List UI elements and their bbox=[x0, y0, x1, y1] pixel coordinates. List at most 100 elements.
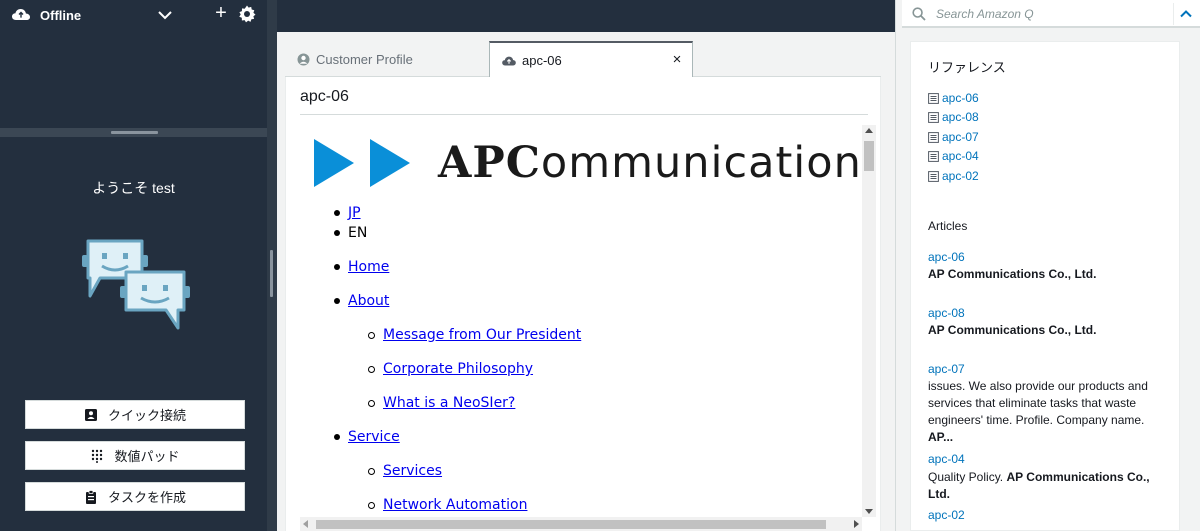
network-automation-link[interactable]: Network Automation bbox=[383, 497, 527, 513]
reference-item[interactable]: apc-04 bbox=[928, 149, 979, 163]
horizontal-scrollbar[interactable] bbox=[300, 517, 862, 531]
number-pad-button[interactable]: 数値パッド bbox=[25, 441, 245, 470]
welcome-text: ようこそ test bbox=[92, 180, 175, 196]
gear-icon[interactable] bbox=[238, 5, 256, 23]
article-view: apc-06 APCommunications JP EN Home About bbox=[285, 77, 881, 531]
article-excerpt: issues. We also provide our products and… bbox=[928, 378, 1172, 446]
reference-link[interactable]: apc-04 bbox=[942, 149, 979, 163]
amazon-q-search bbox=[902, 0, 1200, 28]
amazon-q-panel: リファレンス apc-06 apc-08 apc-07 apc-04 apc-0… bbox=[895, 0, 1200, 531]
article-link[interactable]: apc-04 bbox=[928, 452, 965, 466]
nav-subitem-network-automation: Network Automation bbox=[368, 497, 527, 513]
workspace-header-band bbox=[277, 0, 895, 32]
ccp-panel: Offline + ようこそ test クイック接続 数値パッド タスクを作成 bbox=[0, 0, 267, 531]
search-icon bbox=[912, 7, 926, 21]
vertical-scrollbar[interactable] bbox=[862, 125, 876, 517]
scroll-up-icon[interactable] bbox=[865, 128, 873, 133]
nav-subitem-services: Services bbox=[368, 463, 442, 479]
excerpt-highlight: AP Communications Co., Ltd. bbox=[928, 267, 1097, 281]
scroll-right-icon[interactable] bbox=[854, 520, 859, 528]
nav-subitem-neosier: What is a NeoSIer? bbox=[368, 395, 515, 411]
resizer-grip[interactable] bbox=[270, 250, 273, 297]
document-icon bbox=[928, 150, 939, 162]
nav-item-about: About bbox=[334, 293, 389, 309]
article-excerpt: Quality Policy. AP Communications Co., L… bbox=[928, 469, 1172, 503]
quick-connect-button[interactable]: クイック接続 bbox=[25, 400, 245, 429]
chevron-down-icon[interactable] bbox=[156, 6, 174, 24]
nav-item-jp: JP bbox=[334, 205, 361, 221]
lang-en-label: EN bbox=[348, 225, 368, 241]
article-link[interactable]: apc-08 bbox=[928, 306, 965, 320]
double-arrow-logo-icon bbox=[314, 139, 410, 187]
reference-link[interactable]: apc-08 bbox=[942, 110, 979, 124]
cloud-phone-icon bbox=[12, 9, 30, 20]
user-circle-icon bbox=[297, 53, 310, 65]
document-icon bbox=[928, 92, 939, 104]
references-heading: リファレンス bbox=[928, 60, 1006, 75]
search-divider bbox=[1173, 3, 1174, 25]
document-icon bbox=[928, 111, 939, 123]
reference-link[interactable]: apc-02 bbox=[942, 169, 979, 183]
tab-customer-profile-label: Customer Profile bbox=[316, 51, 413, 67]
document-icon bbox=[928, 170, 939, 182]
agent-workspace: Customer Profile apc-06 × apc-06 APCommu… bbox=[277, 32, 895, 531]
scroll-down-icon[interactable] bbox=[865, 509, 873, 514]
nav-item-en: EN bbox=[334, 225, 367, 241]
chat-bots-icon bbox=[82, 239, 190, 330]
close-icon[interactable]: × bbox=[670, 52, 684, 67]
dialpad-icon bbox=[92, 449, 103, 463]
article-link[interactable]: apc-06 bbox=[928, 250, 965, 264]
corporate-philosophy-link[interactable]: Corporate Philosophy bbox=[383, 361, 533, 377]
page-title: apc-06 bbox=[300, 88, 349, 105]
search-input[interactable] bbox=[936, 4, 1156, 24]
tab-customer-profile[interactable]: Customer Profile bbox=[297, 41, 477, 77]
contact-card-icon bbox=[84, 408, 97, 421]
lang-jp-link[interactable]: JP bbox=[348, 205, 361, 221]
reference-item[interactable]: apc-06 bbox=[928, 91, 979, 105]
article-link[interactable]: apc-07 bbox=[928, 362, 965, 376]
left-panel-resizer[interactable] bbox=[267, 0, 277, 531]
create-task-button[interactable]: タスクを作成 bbox=[25, 482, 245, 511]
reference-item[interactable]: apc-02 bbox=[928, 169, 979, 183]
reference-item[interactable]: apc-07 bbox=[928, 130, 979, 144]
scroll-left-icon[interactable] bbox=[303, 520, 308, 528]
service-link[interactable]: Service bbox=[348, 429, 400, 445]
document-icon bbox=[928, 131, 939, 143]
logo-wordmark-rest: ommunications bbox=[540, 138, 876, 188]
workspace-tabs: Customer Profile apc-06 × bbox=[285, 41, 881, 78]
logo-wordmark-bold: APC bbox=[438, 138, 541, 188]
article-excerpt: AP Communications Co., Ltd. bbox=[928, 322, 1172, 339]
articles-heading: Articles bbox=[928, 219, 968, 233]
excerpt-text: issues. We also provide our products and… bbox=[928, 379, 1148, 427]
nav-subitem-message: Message from Our President bbox=[368, 327, 581, 343]
tab-apc-06-label: apc-06 bbox=[522, 53, 562, 68]
tab-apc-06[interactable]: apc-06 × bbox=[489, 41, 693, 78]
services-link[interactable]: Services bbox=[383, 463, 442, 479]
article-excerpt: AP Communications Co., Ltd. bbox=[928, 266, 1172, 283]
reference-item[interactable]: apc-08 bbox=[928, 110, 979, 124]
amazon-q-results: リファレンス apc-06 apc-08 apc-07 apc-04 apc-0… bbox=[910, 41, 1180, 531]
quick-connect-label: クイック接続 bbox=[107, 408, 186, 423]
reference-link[interactable]: apc-06 bbox=[942, 91, 979, 105]
reference-link[interactable]: apc-07 bbox=[942, 130, 979, 144]
president-message-link[interactable]: Message from Our President bbox=[383, 327, 581, 343]
chevron-up-icon[interactable] bbox=[1178, 6, 1194, 22]
create-task-label: タスクを作成 bbox=[107, 490, 186, 505]
logo-wordmark: APCommunications bbox=[438, 137, 876, 189]
excerpt-highlight: AP... bbox=[928, 430, 954, 444]
horizontal-scroll-thumb[interactable] bbox=[316, 520, 826, 529]
neosier-link[interactable]: What is a NeoSIer? bbox=[383, 395, 515, 411]
apc-logo: APCommunications bbox=[314, 137, 876, 189]
article-frame[interactable]: APCommunications JP EN Home About Messag… bbox=[300, 125, 876, 531]
add-icon[interactable]: + bbox=[212, 3, 230, 25]
nav-item-home: Home bbox=[334, 259, 389, 275]
number-pad-label: 数値パッド bbox=[114, 449, 180, 464]
agent-status-label: Offline bbox=[40, 7, 82, 23]
article-link[interactable]: apc-02 bbox=[928, 508, 965, 522]
nav-subitem-philosophy: Corporate Philosophy bbox=[368, 361, 533, 377]
clipboard-icon bbox=[85, 489, 96, 504]
home-link[interactable]: Home bbox=[348, 259, 389, 275]
split-grip-handle[interactable] bbox=[111, 131, 158, 134]
vertical-scroll-thumb[interactable] bbox=[864, 141, 874, 171]
about-link[interactable]: About bbox=[348, 293, 389, 309]
